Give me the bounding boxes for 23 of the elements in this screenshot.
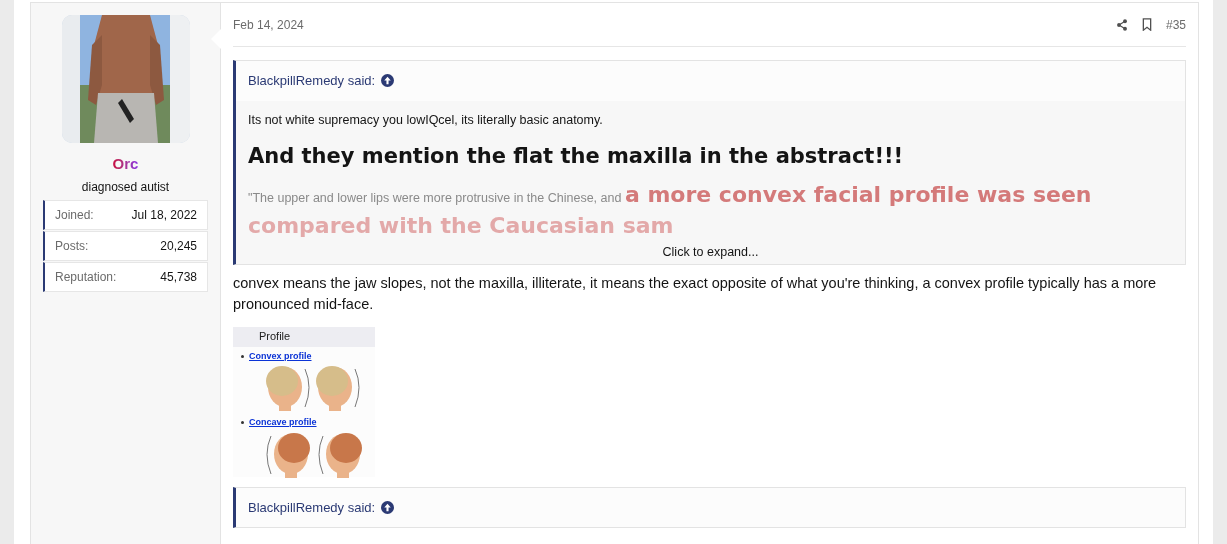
quote-author[interactable]: BlackpillRemedy said: [248, 497, 376, 517]
stat-label: Joined: [55, 206, 94, 224]
stat-value: 45,738 [160, 268, 197, 286]
arrow-up-icon[interactable] [381, 74, 395, 88]
stat-label: Reputation: [55, 268, 117, 286]
expand-link[interactable]: Click to expand... [662, 242, 759, 262]
bookmark-icon[interactable] [1141, 18, 1152, 31]
post-number[interactable]: #35 [1165, 15, 1186, 34]
bullet-icon [241, 354, 244, 358]
quote-author[interactable]: BlackpillRemedy said: [248, 71, 376, 91]
share-icon[interactable] [1115, 18, 1128, 31]
quote-heading: And they mention the flat the maxilla in the abstract!!! [248, 143, 905, 171]
stat-value: Jul 18, 2022 [131, 206, 197, 224]
post-text: convex means the jaw slopes, not the maxilla, illiterate, it means the exact opposite of what you're thinking, a convex profile typically has a more pronounced mid-face. [233, 273, 1158, 314]
quote-text: Its not white supremacy you lowIQcel, its literally basic anatomy. [248, 111, 604, 129]
quote-text: "The upper and lower lips were more protrusive in the Chinese, and a more convex facial profile was seen compared with the Caucasian sam [248, 180, 1093, 240]
post-date[interactable]: Feb 14, 2024 [233, 15, 304, 34]
bullet-icon [241, 421, 244, 425]
stat-value: 20,245 [160, 237, 197, 255]
arrow-up-icon[interactable] [381, 500, 395, 514]
user-title: diagnosed autist [81, 178, 170, 196]
image-title: Profile [259, 329, 291, 345]
stat-label: Posts: [55, 237, 89, 255]
